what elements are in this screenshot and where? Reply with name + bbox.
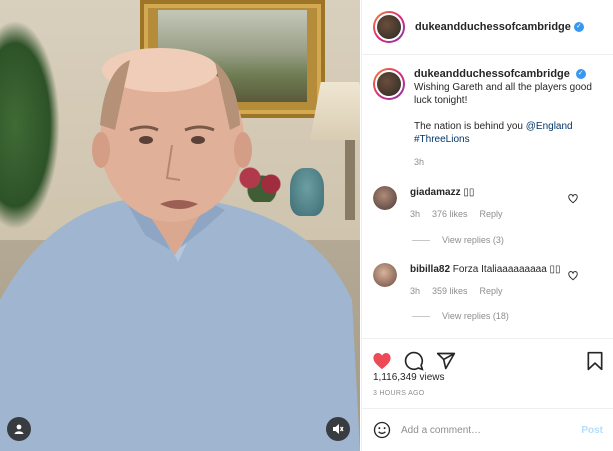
comment-input[interactable] [401,424,571,436]
view-replies[interactable]: View replies (3) [412,235,504,245]
comment-avatar[interactable] [373,263,397,287]
caption-text: Wishing Gareth and all the players good … [414,82,592,106]
verified-badge-icon: ✓ [573,22,584,32]
user-tag-button[interactable] [7,417,31,441]
caption-time: 3h [414,157,425,167]
comment-icon [404,351,424,371]
post-panel: dukeandduchessofcambridge ✓ dukeandduche… [361,0,613,451]
post-timestamp: 3 HOURS AGO [373,390,425,397]
post-header: dukeandduchessofcambridge ✓ [362,0,613,55]
comment-button[interactable] [404,351,424,371]
comment-item: giadamazz ▯▯ 3h 376 likes Reply [373,186,608,221]
comment-time: 3h [410,286,421,296]
post-button[interactable]: Post [581,425,603,436]
comment-item: bibilla82 Forza Italiaaaaaaaaa ▯▯ 3h 359… [373,263,608,298]
hashtag-link[interactable]: #ThreeLions [414,134,470,145]
comment-username[interactable]: bibilla82 [410,264,450,275]
comment-likes[interactable]: 376 likes [432,208,468,221]
view-replies-label[interactable]: View replies (18) [442,311,509,321]
action-bar [362,338,613,374]
view-count[interactable]: 1,116,349 views [373,372,445,383]
video-player[interactable] [0,0,360,451]
comment-text: ▯▯ [463,187,475,198]
caption-text-2: The nation is behind you [414,121,526,132]
heart-icon [373,352,391,369]
comment-composer: Post [362,408,613,451]
comment-avatar[interactable] [373,186,397,210]
user-tag-icon [14,424,24,434]
author-username[interactable]: dukeandduchessofcambridge [415,21,571,33]
comment-likes[interactable]: 359 likes [432,285,468,298]
save-button[interactable] [586,351,604,371]
view-replies-label[interactable]: View replies (3) [442,235,504,245]
reply-button[interactable]: Reply [480,285,503,298]
view-replies[interactable]: View replies (18) [412,311,509,321]
heart-icon[interactable] [568,271,578,281]
heart-icon[interactable] [568,194,578,204]
caption-avatar[interactable] [373,68,405,100]
mention-link[interactable]: @England [526,121,573,132]
speaker-figure [0,48,360,451]
verified-badge-icon: ✓ [575,69,586,80]
like-button[interactable] [372,352,392,370]
reply-button[interactable]: Reply [480,208,503,221]
author-avatar[interactable] [373,11,405,43]
emoji-icon[interactable] [373,421,391,439]
comment-time: 3h [410,209,421,219]
share-button[interactable] [436,351,456,371]
muted-audio-icon [333,424,344,434]
share-icon [436,352,456,369]
comment-text: Forza Italiaaaaaaaaa ▯▯ [452,264,561,275]
mute-button[interactable] [326,417,350,441]
caption: dukeandduchessofcambridge ✓ Wishing Gare… [373,68,608,169]
caption-username[interactable]: dukeandduchessofcambridge [414,68,570,80]
bookmark-icon [587,351,603,370]
comment-username[interactable]: giadamazz [410,187,461,198]
